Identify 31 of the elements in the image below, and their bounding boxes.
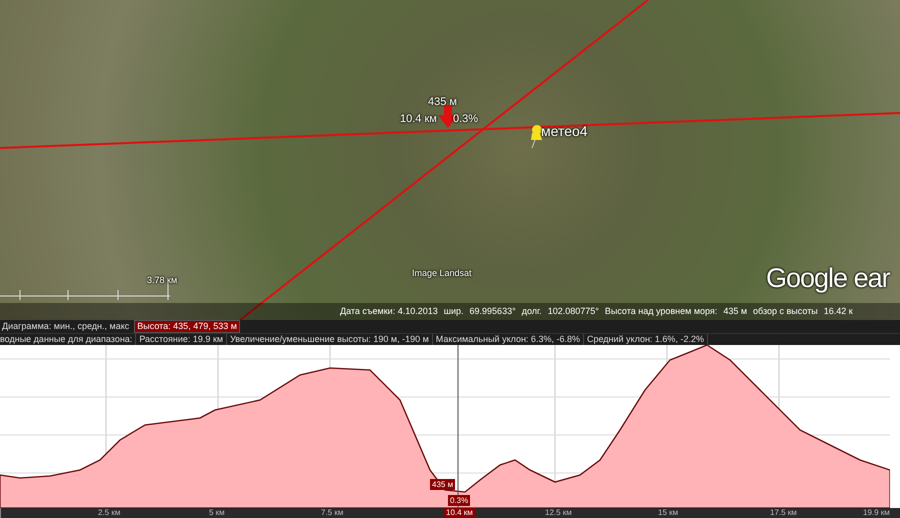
slope-label: 0.3% xyxy=(453,112,478,127)
status-text: 102.080775° xyxy=(548,304,599,318)
elevation-label: 435 м xyxy=(428,95,457,110)
elevation-profile-chart[interactable]: 435 м 0.3% xyxy=(0,345,900,508)
logo-text: Google ear xyxy=(766,262,890,295)
status-text: 435 м xyxy=(723,304,748,318)
status-text: Высота над уровнем моря: xyxy=(604,304,718,318)
status-text: шир. xyxy=(444,304,464,318)
cursor-elevation-label: 435 м xyxy=(430,479,456,490)
cursor-distance-label: 10.4 км xyxy=(444,508,475,518)
status-text: 69.995633° xyxy=(470,304,516,318)
axis-label: 12.5 км xyxy=(545,508,572,518)
placemark-label: метео4 xyxy=(541,122,588,141)
status-text: долг. xyxy=(522,304,542,318)
axis-label: 5 км xyxy=(209,508,225,518)
scale-label: 3.78 км xyxy=(147,274,178,287)
status-text: Дата съемки: 4.10.2013 xyxy=(340,304,438,318)
header-tab[interactable]: Диаграмма: мин., средн., макс xyxy=(0,320,132,333)
pushpin-icon xyxy=(531,125,542,148)
distance-label: 10.4 км xyxy=(400,112,437,127)
cursor-slope-label: 0.3% xyxy=(448,495,470,506)
header-tab[interactable]: Высота: 435, 479, 533 м xyxy=(134,320,240,333)
axis-label: 19.9 км xyxy=(863,508,890,518)
axis-label: 15 км xyxy=(658,508,678,518)
axis-label: 7.5 км xyxy=(321,508,344,518)
axis-label: 17.5 км xyxy=(770,508,797,518)
satellite-map[interactable] xyxy=(0,0,900,320)
status-text: обзор с высоты xyxy=(753,304,818,318)
axis-label: 2.5 км xyxy=(98,508,120,518)
imagery-credit: Image Landsat xyxy=(412,267,472,280)
status-text: 16.42 к xyxy=(824,304,853,318)
